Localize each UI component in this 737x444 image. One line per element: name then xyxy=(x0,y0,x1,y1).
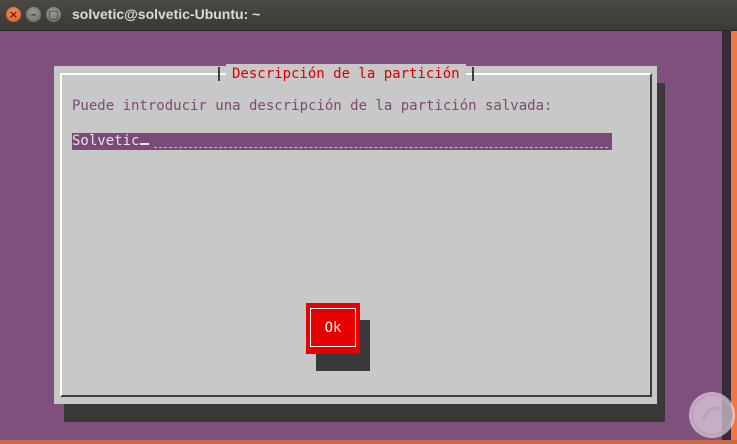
window-title: solvetic@solvetic-Ubuntu: ~ xyxy=(72,6,261,22)
window-titlebar: × – ▢ solvetic@solvetic-Ubuntu: ~ xyxy=(0,0,737,31)
maximize-icon[interactable]: ▢ xyxy=(46,7,61,22)
terminal-scrollbar[interactable] xyxy=(722,31,731,444)
description-input-value: Solvetic xyxy=(72,133,140,149)
window-bottom-edge xyxy=(0,440,737,444)
close-icon[interactable]: × xyxy=(6,7,21,22)
window-edge xyxy=(731,31,737,444)
text-cursor xyxy=(140,143,150,145)
title-left-tick xyxy=(218,67,226,81)
dialog-title: Descripción de la partición xyxy=(226,64,466,84)
dialog-title-wrap: Descripción de la partición xyxy=(218,64,474,84)
description-input[interactable]: Solvetic xyxy=(72,133,612,150)
title-right-tick xyxy=(466,67,474,81)
input-fill-dots xyxy=(154,147,608,148)
dialog-prompt: Puede introducir una descripción de la p… xyxy=(72,98,553,114)
ok-button[interactable]: Ok xyxy=(306,303,360,354)
minimize-icon[interactable]: – xyxy=(26,7,41,22)
ok-button-label: Ok xyxy=(310,308,356,347)
watermark-logo xyxy=(689,392,735,438)
